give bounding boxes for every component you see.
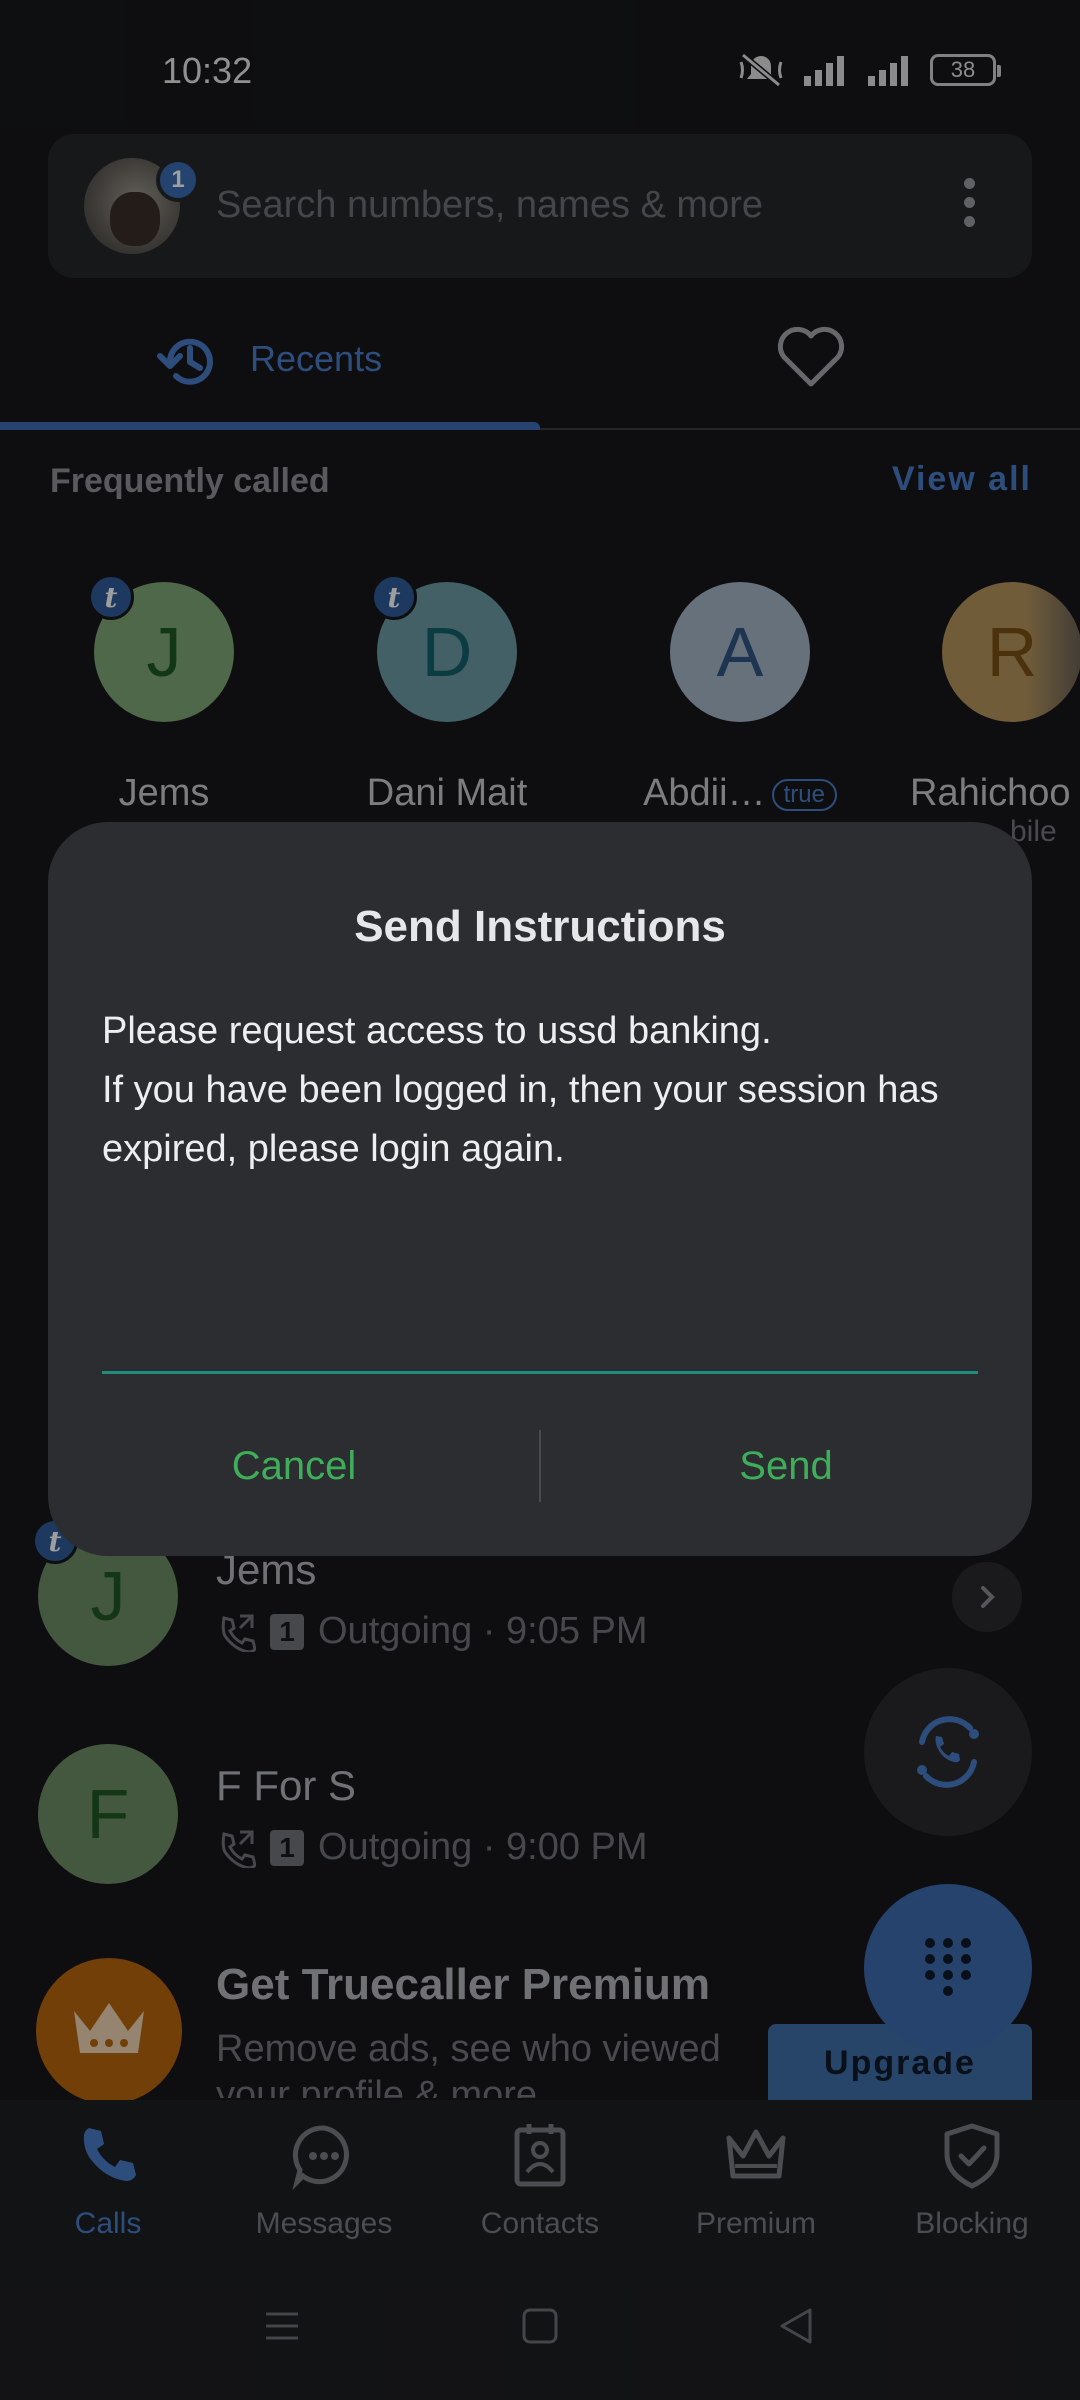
send-instructions-dialog: Send Instructions Please request access … bbox=[48, 822, 1032, 1556]
dialog-message: Please request access to ussd banking. I… bbox=[102, 1010, 939, 1170]
send-button[interactable]: Send bbox=[576, 1426, 996, 1506]
instruction-input[interactable] bbox=[102, 1282, 978, 1374]
dialog-title: Send Instructions bbox=[354, 902, 726, 951]
button-divider bbox=[539, 1430, 541, 1502]
cancel-button[interactable]: Cancel bbox=[84, 1426, 504, 1506]
